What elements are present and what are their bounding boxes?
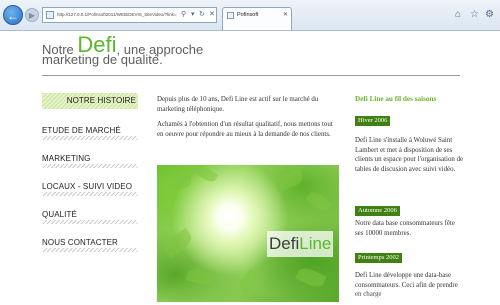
stop-icon[interactable]: ✕ [209,8,215,22]
nav-item-qualite[interactable]: QUALITÉ [42,207,138,224]
refresh-icon[interactable]: ↻ [199,8,205,22]
leaves-photo: DefiLine [157,165,339,302]
season-badge: Automne 2006 [355,206,400,216]
tab-favicon-icon [227,12,234,19]
defiline-logo: DefiLine [267,231,333,257]
intro-paragraph-1: Depuis plus de 10 ans, Defi Line est act… [157,96,319,113]
nav-item-label: MARKETING [42,154,91,163]
nav-item-label: QUALITÉ [42,210,77,219]
season-badge: Hiver 2006 [355,116,391,126]
nav-underline [42,248,138,252]
season-badge: Printemps 2002 [355,253,402,263]
home-icon[interactable]: ⌂ [455,9,461,21]
logo-part-2: Line [299,234,332,253]
web-page: Notre Defi, une approche marketing de qu… [0,31,500,305]
tab-close-icon[interactable]: ✕ [283,10,288,20]
season-text: Notre data base consommateurs fête ses 1… [355,220,455,237]
tab-title: Pofinsoft [237,12,259,18]
season-text: Defi Line s'installe à Woluwé Saint Lamb… [355,137,464,173]
nav-item-label: NOTRE HISTOIRE [66,96,136,105]
intro-text: Depuis plus de 10 ans, Defi Line est act… [157,95,339,145]
nav-item-notre-histoire[interactable]: NOTRE HISTOIRE [42,93,138,109]
nav-item-marketing[interactable]: MARKETING [42,151,138,168]
back-arrow-icon[interactable]: ← [3,5,23,25]
dropdown-icon[interactable]: ▾ [191,8,195,22]
browser-toolbar: ← ▶ http://127.0.0.1/Pofinsoft2011/WEB/D… [0,0,500,31]
nav-underline [42,136,138,140]
address-bar[interactable]: http://127.0.0.1/Pofinsoft2011/WEB/DEVIS… [42,7,217,23]
star-icon[interactable]: ☆ [470,9,479,21]
browser-tab[interactable]: Pofinsoft ✕ [222,7,292,30]
content-fade [355,293,465,305]
nav-item-locaux-suivi-video[interactable]: LOCAUX - SUIVI VIDEO [42,179,138,196]
gear-icon[interactable]: ⚙ [485,9,494,21]
nav-underline [42,220,138,224]
header-divider [42,75,460,76]
nav-underline [42,192,138,196]
url-text[interactable]: http://127.0.0.1/Pofinsoft2011/WEB/DEVIS… [57,8,177,22]
nav-item-label: LOCAUX - SUIVI VIDEO [42,182,133,191]
search-icon[interactable]: ⚲ [181,8,186,22]
page-icon [46,11,54,19]
sidebar-title: Defi Line au fil des saisons [355,95,437,103]
intro-paragraph-2: Achamés à l'obtention d'un résultat qual… [157,121,333,138]
nav-underline [42,164,138,168]
nav-item-nous-contacter[interactable]: NOUS CONTACTER [42,235,138,252]
nav-item-label: NOUS CONTACTER [42,238,118,247]
forward-arrow-icon[interactable]: ▶ [25,8,39,22]
nav-item-label: ETUDE DE MARCHÉ [42,126,121,135]
logo-part-1: Defi [269,234,300,253]
nav-item-etude-de-marche[interactable]: ETUDE DE MARCHÉ [42,123,138,140]
title-line2: marketing de qualité. [42,52,163,67]
